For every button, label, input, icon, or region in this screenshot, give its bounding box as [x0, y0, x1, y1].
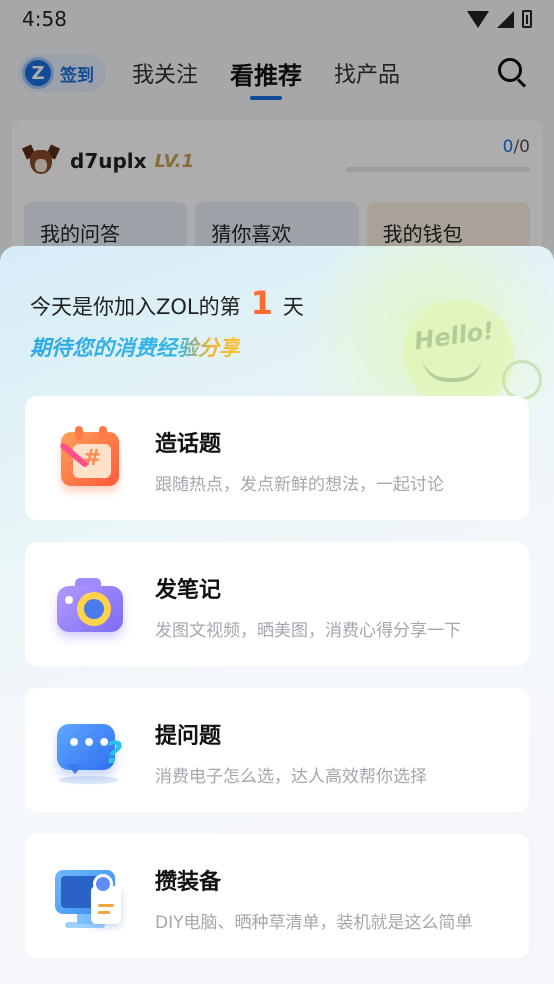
action-title: 提问题 [155, 724, 222, 749]
greeting-prefix: 今天是你加入ZOL的第 [30, 295, 241, 319]
action-subtitle: 跟随热点，发点新鲜的想法，一起讨论 [155, 475, 444, 495]
join-greeting: 今天是你加入ZOL的第 1 天 [30, 284, 304, 322]
action-title: 发笔记 [155, 578, 222, 603]
slogan: 期待您的消费经验分享 [30, 332, 240, 362]
action-subtitle: 发图文视频，晒美图，消费心得分享一下 [155, 621, 461, 641]
action-title: 造话题 [155, 432, 222, 457]
action-subtitle: 消费电子怎么选，达人高效帮你选择 [155, 767, 427, 787]
calendar-topic-icon: # [53, 426, 129, 492]
create-sheet: Hello! 今天是你加入ZOL的第 1 天 期待您的消费经验分享 # 造话题 … [0, 246, 554, 984]
action-ask-question[interactable]: ••• ? 提问题 消费电子怎么选，达人高效帮你选择 [25, 688, 529, 812]
greeting-suffix: 天 [282, 295, 304, 319]
action-post-note[interactable]: 发笔记 发图文视频，晒美图，消费心得分享一下 [25, 542, 529, 666]
greeting-days: 1 [250, 284, 273, 322]
action-build-gear[interactable]: 攒装备 DIY电脑、晒种草清单，装机就是这么简单 [25, 834, 529, 958]
monitor-gear-icon [53, 864, 129, 930]
action-subtitle: DIY电脑、晒种草清单，装机就是这么简单 [155, 913, 473, 933]
camera-note-icon [53, 572, 129, 638]
action-title: 攒装备 [155, 870, 222, 895]
mini-face-icon [502, 360, 542, 400]
action-create-topic[interactable]: # 造话题 跟随热点，发点新鲜的想法，一起讨论 [25, 396, 529, 520]
chat-question-icon: ••• ? [53, 718, 129, 784]
hello-decoration-icon [404, 300, 514, 410]
